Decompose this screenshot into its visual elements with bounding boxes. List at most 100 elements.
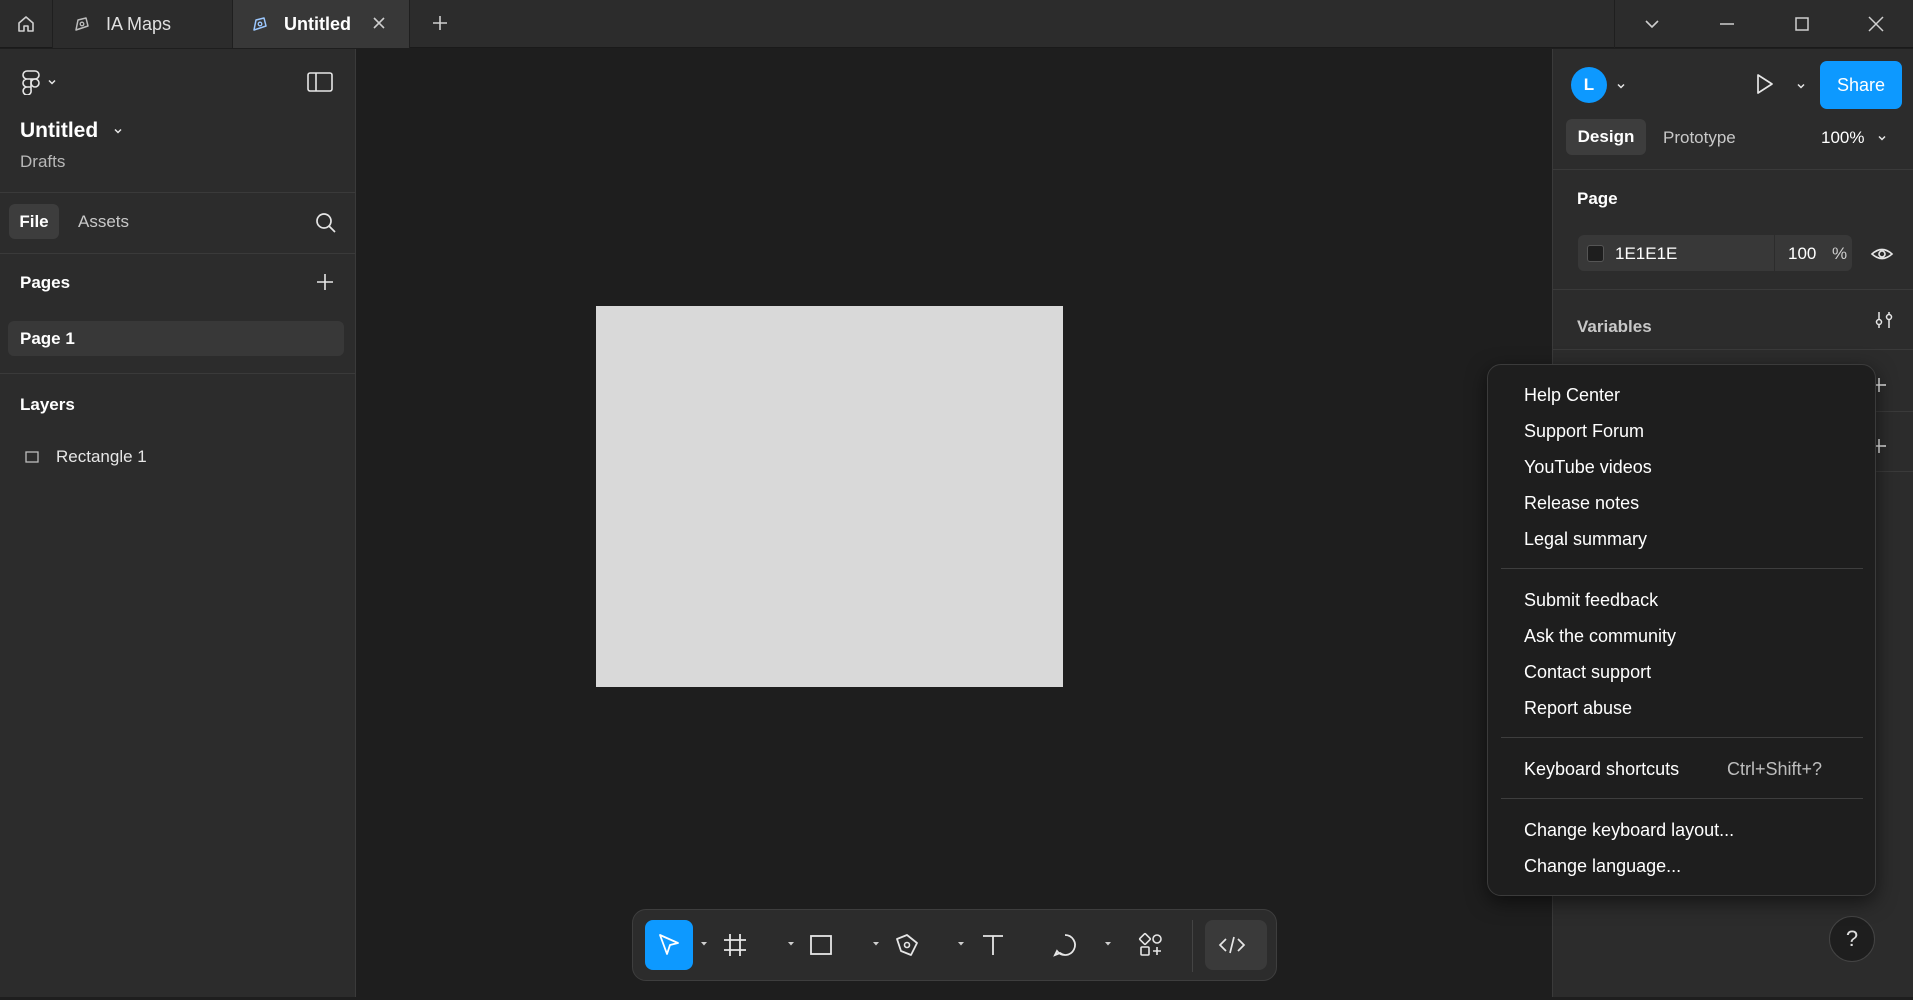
plus-icon <box>433 16 447 30</box>
opacity-unit: % <box>1832 244 1848 263</box>
shape-tool-button[interactable] <box>801 920 841 970</box>
actions-icon <box>1138 932 1162 956</box>
present-button[interactable] <box>1751 71 1777 102</box>
chevron-down-icon[interactable] <box>699 939 709 949</box>
board-file-icon <box>250 14 270 34</box>
menu-item-change-language[interactable]: Change language... <box>1524 856 1681 877</box>
file-title-text: Untitled <box>20 119 99 142</box>
divider <box>0 373 356 374</box>
close-window-button[interactable] <box>1838 0 1913 48</box>
variables-button[interactable] <box>1873 309 1895 336</box>
zoom-dropdown[interactable]: 100% <box>1821 128 1888 148</box>
file-location[interactable]: Drafts <box>20 152 65 172</box>
menu-item-help-center[interactable]: Help Center <box>1524 385 1620 406</box>
dev-mode-toggle[interactable] <box>1205 920 1267 970</box>
page-color-field[interactable]: 1E1E1E 100 % <box>1578 235 1852 271</box>
divider <box>0 253 356 254</box>
title-bar: IA Maps Untitled <box>0 0 1913 48</box>
maximize-button[interactable] <box>1764 0 1839 48</box>
frame-tool-button[interactable] <box>715 920 755 970</box>
tab-ia-maps[interactable]: IA Maps <box>53 0 233 48</box>
chevron-down-icon[interactable] <box>871 939 881 949</box>
menu-item-support-forum[interactable]: Support Forum <box>1524 421 1644 442</box>
menu-item-contact-support[interactable]: Contact support <box>1524 662 1651 683</box>
page-item[interactable]: Page 1 <box>8 321 344 356</box>
chevron-down-icon[interactable] <box>1103 939 1113 949</box>
pen-icon <box>896 934 918 956</box>
move-tool-button[interactable] <box>645 920 693 970</box>
text-icon <box>983 935 1003 955</box>
minimize-button[interactable] <box>1689 0 1764 48</box>
file-title[interactable]: Untitled <box>20 119 124 143</box>
home-icon <box>18 16 34 32</box>
main-menu-button[interactable] <box>20 69 58 95</box>
actions-button[interactable] <box>1129 920 1173 970</box>
menu-item-submit-feedback[interactable]: Submit feedback <box>1524 590 1658 611</box>
menu-item-release-notes[interactable]: Release notes <box>1524 493 1639 514</box>
chevron-down-icon[interactable] <box>1615 80 1627 92</box>
rectangle-icon <box>25 451 39 463</box>
maximize-icon <box>1794 17 1809 31</box>
variables-heading: Variables <box>1577 317 1652 336</box>
page-opacity-input[interactable]: 100 <box>1788 244 1816 264</box>
divider <box>1553 349 1913 350</box>
close-tab-icon[interactable] <box>369 13 389 33</box>
tab-label: IA Maps <box>106 13 172 34</box>
toggle-sidebar-button[interactable] <box>306 71 334 98</box>
pen-tool-button[interactable] <box>887 920 927 970</box>
rectangle-1[interactable] <box>596 306 1063 687</box>
page-color-hex[interactable]: 1E1E1E <box>1615 244 1677 264</box>
pages-heading: Pages <box>20 273 71 292</box>
visibility-toggle[interactable] <box>1870 245 1894 268</box>
tabs-dropdown-button[interactable] <box>1614 0 1689 48</box>
play-icon <box>1757 74 1773 94</box>
tab-file[interactable]: File <box>9 204 59 239</box>
menu-divider <box>1501 737 1863 738</box>
menu-item-report-abuse[interactable]: Report abuse <box>1524 698 1632 719</box>
chevron-down-icon[interactable] <box>786 939 796 949</box>
chevron-down-icon <box>48 79 56 85</box>
divider <box>1553 169 1913 170</box>
search-button[interactable] <box>314 211 338 240</box>
chevron-down-icon[interactable] <box>1795 80 1807 92</box>
comment-icon <box>1053 934 1076 957</box>
menu-item-youtube-videos[interactable]: YouTube videos <box>1524 457 1652 478</box>
tab-assets[interactable]: Assets <box>78 212 129 232</box>
dev-mode-icon <box>1218 936 1246 954</box>
rectangle-icon <box>810 935 832 955</box>
avatar[interactable]: L <box>1571 67 1607 103</box>
text-tool-button[interactable] <box>973 920 1013 970</box>
divider <box>1774 235 1775 271</box>
menu-item-legal-summary[interactable]: Legal summary <box>1524 529 1647 550</box>
eye-icon <box>1870 248 1894 260</box>
menu-divider <box>1501 568 1863 569</box>
sidebar-icon <box>307 72 333 92</box>
home-button[interactable] <box>0 0 53 48</box>
new-tab-button[interactable] <box>425 8 455 38</box>
tab-design[interactable]: Design <box>1566 119 1646 155</box>
help-button[interactable]: ? <box>1829 916 1875 962</box>
move-icon <box>659 934 679 955</box>
menu-item-keyboard-shortcuts[interactable]: Keyboard shortcuts <box>1524 759 1679 780</box>
chevron-down-icon <box>1878 135 1887 141</box>
figma-logo-icon <box>22 70 40 95</box>
chevron-down-icon[interactable] <box>956 939 966 949</box>
layer-item[interactable]: Rectangle 1 <box>24 447 147 467</box>
help-menu: Help Center Support Forum YouTube videos… <box>1487 364 1876 896</box>
menu-item-change-keyboard-layout[interactable]: Change keyboard layout... <box>1524 820 1734 841</box>
chevron-down-icon <box>114 128 122 134</box>
board-file-icon <box>72 14 92 34</box>
plus-icon <box>317 274 333 290</box>
divider <box>1192 920 1193 972</box>
comment-tool-button[interactable] <box>1045 920 1085 970</box>
tab-prototype[interactable]: Prototype <box>1663 128 1736 148</box>
menu-item-ask-community[interactable]: Ask the community <box>1524 626 1676 647</box>
sliders-icon <box>1875 312 1893 328</box>
tab-untitled[interactable]: Untitled <box>233 0 410 48</box>
zoom-value: 100% <box>1821 128 1865 147</box>
left-panel: Untitled Drafts File Assets Pages Page 1… <box>0 49 356 997</box>
add-page-button[interactable] <box>314 271 336 298</box>
share-button[interactable]: Share <box>1820 61 1902 109</box>
search-icon <box>316 213 336 233</box>
color-swatch[interactable] <box>1587 245 1604 262</box>
